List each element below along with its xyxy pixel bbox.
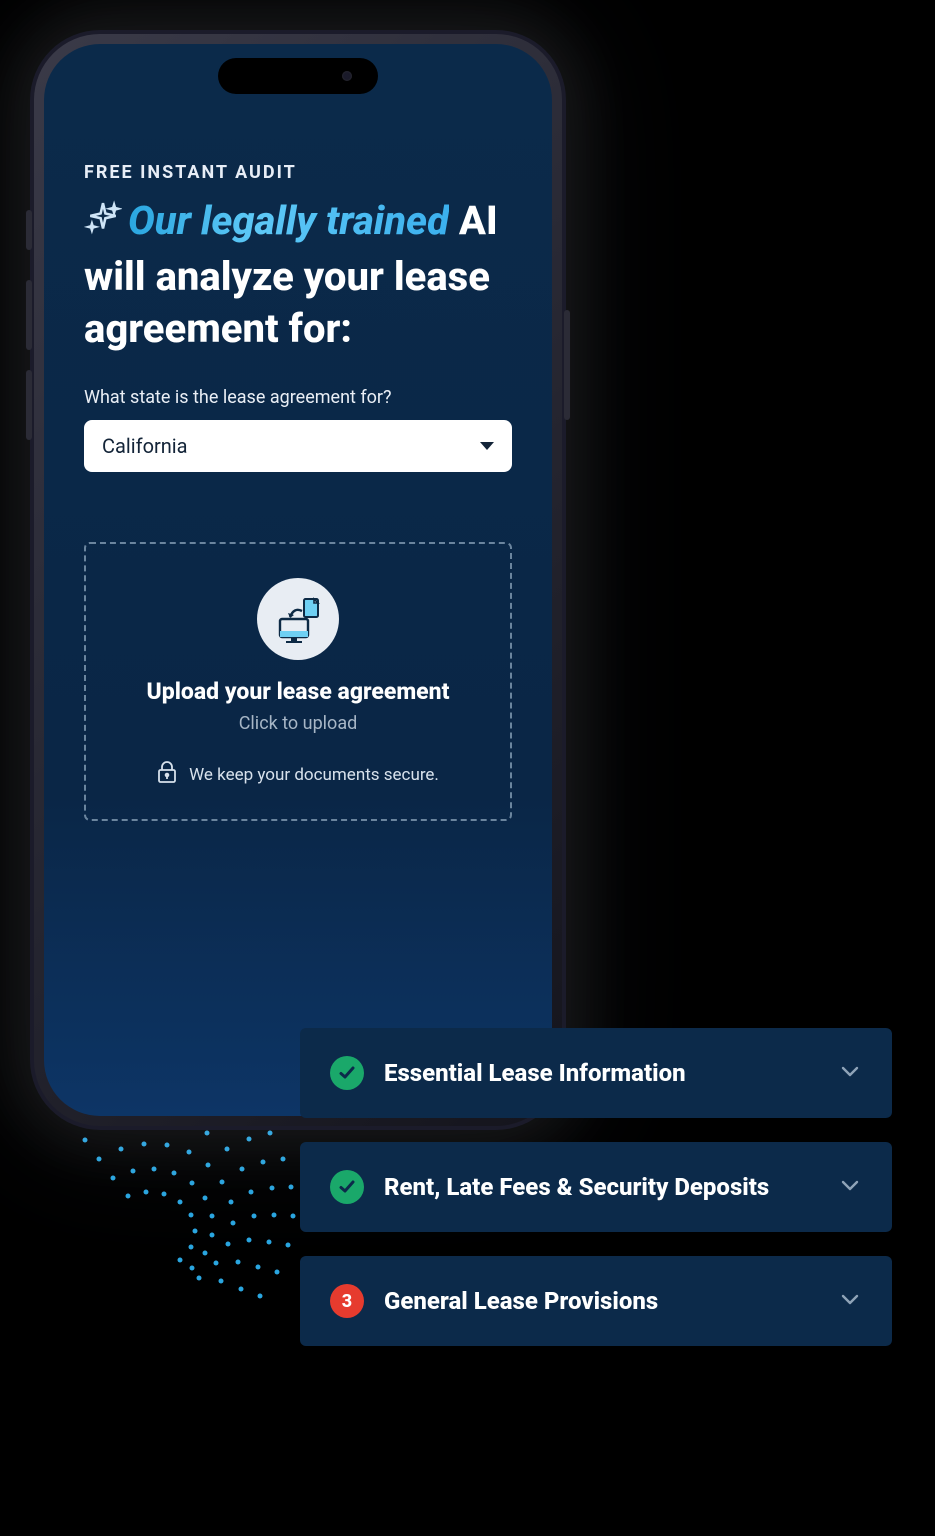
upload-dropzone[interactable]: Upload your lease agreement Click to upl… [84, 542, 512, 821]
eyebrow: FREE INSTANT AUDIT [84, 162, 512, 183]
state-select-value: California [102, 434, 188, 458]
accordion-item-rent[interactable]: Rent, Late Fees & Security Deposits [300, 1142, 892, 1232]
phone-frame: FREE INSTANT AUDIT Our legally trained A… [30, 30, 566, 1130]
audit-accordion: Essential Lease Information Rent, Late F… [300, 1028, 892, 1346]
headline: Our legally trained AI will analyze your… [84, 195, 512, 355]
secure-note: We keep your documents secure. [157, 760, 439, 789]
chevron-down-icon [838, 1173, 862, 1201]
caret-down-icon [480, 442, 494, 450]
chevron-down-icon [838, 1059, 862, 1087]
chevron-down-icon [838, 1287, 862, 1315]
sparkle-icon [84, 199, 122, 251]
accordion-title: Essential Lease Information [384, 1058, 818, 1088]
check-badge-icon [330, 1056, 364, 1090]
accordion-title: General Lease Provisions [384, 1286, 818, 1316]
headline-highlight: Our legally trained [128, 197, 449, 244]
upload-icon [257, 578, 339, 660]
upload-title: Upload your lease agreement [106, 678, 490, 705]
phone-notch [218, 58, 378, 94]
phone-screen: FREE INSTANT AUDIT Our legally trained A… [44, 44, 552, 1116]
upload-subtitle: Click to upload [106, 713, 490, 734]
accordion-item-general[interactable]: 3 General Lease Provisions [300, 1256, 892, 1346]
accordion-item-essential[interactable]: Essential Lease Information [300, 1028, 892, 1118]
count-badge: 3 [330, 1284, 364, 1318]
lock-icon [157, 760, 177, 789]
state-select-label: What state is the lease agreement for? [84, 387, 512, 408]
state-select[interactable]: California [84, 420, 512, 472]
check-badge-icon [330, 1170, 364, 1204]
accordion-title: Rent, Late Fees & Security Deposits [384, 1172, 818, 1202]
